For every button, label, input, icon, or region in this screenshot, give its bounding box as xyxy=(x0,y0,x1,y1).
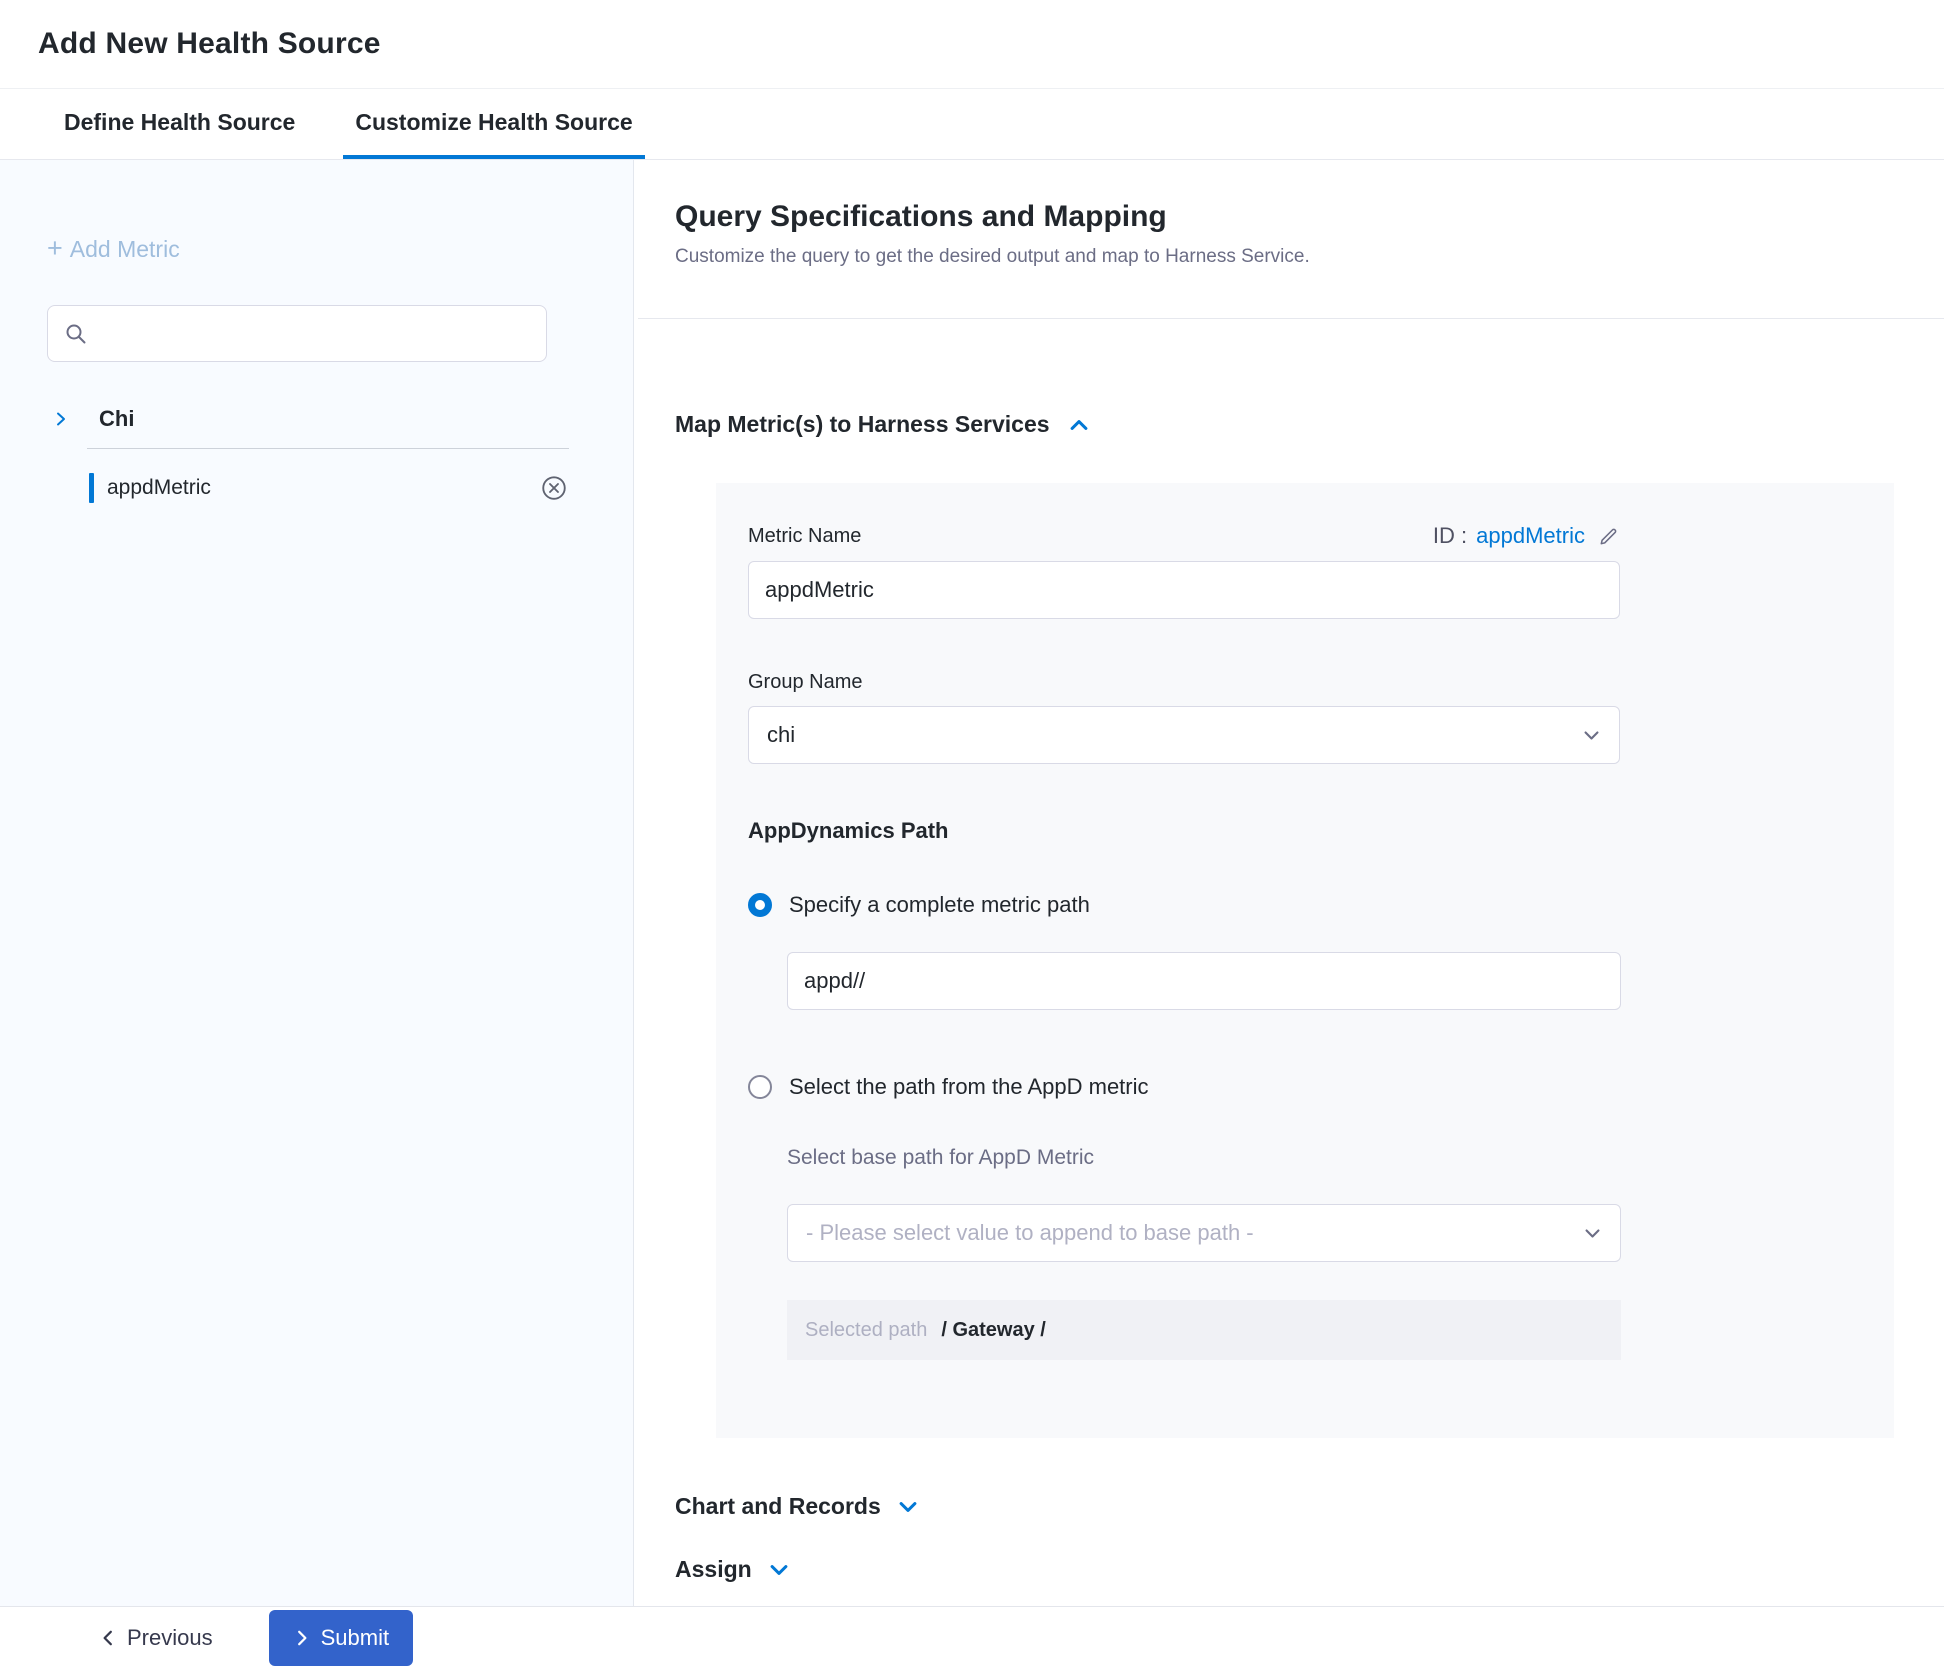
group-divider xyxy=(87,448,569,449)
submit-button-label: Submit xyxy=(321,1625,389,1651)
radio-complete-metric-path-label: Specify a complete metric path xyxy=(789,892,1090,918)
metric-name-input[interactable] xyxy=(748,561,1620,619)
chevron-down-icon[interactable] xyxy=(768,1559,790,1581)
group-name-select[interactable]: chi xyxy=(748,706,1620,764)
selected-path-bar: Selected path / Gateway / xyxy=(787,1300,1621,1360)
previous-button[interactable]: Previous xyxy=(99,1625,213,1651)
metric-group-label: Chi xyxy=(99,406,134,432)
section-heading: Query Specifications and Mapping xyxy=(675,200,1944,234)
add-metric-button[interactable]: + Add Metric xyxy=(47,236,180,263)
metric-group-row[interactable]: Chi xyxy=(47,406,567,432)
tab-customize-health-source[interactable]: Customize Health Source xyxy=(343,89,644,159)
remove-metric-icon[interactable] xyxy=(539,473,569,503)
map-metrics-section-toggle[interactable]: Map Metric(s) to Harness Services xyxy=(675,411,1090,438)
footer-bar: Previous Submit xyxy=(0,1606,1944,1668)
metric-id-value[interactable]: appdMetric xyxy=(1476,523,1585,549)
selected-path-label: Selected path xyxy=(805,1319,927,1342)
heading-divider xyxy=(638,318,1944,319)
chart-and-records-toggle[interactable]: Chart and Records xyxy=(675,1493,919,1520)
metric-name-label: Metric Name xyxy=(748,525,861,548)
tab-bar: Define Health Source Customize Health So… xyxy=(0,89,1944,160)
complete-metric-path-input[interactable] xyxy=(787,952,1621,1010)
title-bar: Add New Health Source xyxy=(0,0,1944,89)
appdynamics-path-heading: AppDynamics Path xyxy=(748,818,1894,844)
add-metric-label: Add Metric xyxy=(70,236,180,263)
assign-toggle[interactable]: Assign xyxy=(675,1556,790,1583)
group-name-value: chi xyxy=(767,722,795,748)
metric-id-label: ID : xyxy=(1433,523,1467,549)
chevron-down-icon[interactable] xyxy=(897,1496,919,1518)
selected-metric-indicator xyxy=(89,473,94,503)
previous-button-label: Previous xyxy=(127,1625,213,1651)
metric-id: ID : appdMetric xyxy=(1433,523,1620,549)
plus-icon: + xyxy=(47,235,63,262)
section-subtitle: Customize the query to get the desired o… xyxy=(675,246,1944,268)
submit-button[interactable]: Submit xyxy=(269,1610,413,1666)
assign-title: Assign xyxy=(675,1556,752,1583)
search-input[interactable] xyxy=(47,305,547,362)
metric-item-label: appdMetric xyxy=(107,476,211,500)
query-specifications-panel: Query Specifications and Mapping Customi… xyxy=(634,160,1944,1606)
base-path-label: Select base path for AppD Metric xyxy=(787,1146,1894,1170)
map-metrics-form: Metric Name ID : appdMetric Group Name xyxy=(716,483,1894,1438)
base-path-placeholder: - Please select value to append to base … xyxy=(806,1220,1254,1246)
edit-id-icon[interactable] xyxy=(1597,525,1620,548)
map-metrics-section-title: Map Metric(s) to Harness Services xyxy=(675,411,1050,438)
chart-and-records-title: Chart and Records xyxy=(675,1493,881,1520)
group-name-label: Group Name xyxy=(748,671,1894,694)
add-health-source-page: Add New Health Source Define Health Sour… xyxy=(0,0,1944,1668)
radio-select-appd-path[interactable]: Select the path from the AppD metric xyxy=(748,1074,1149,1100)
radio-select-appd-path-label: Select the path from the AppD metric xyxy=(789,1074,1149,1100)
tab-define-health-source[interactable]: Define Health Source xyxy=(52,89,307,159)
content-area: + Add Metric Chi xyxy=(0,160,1944,1606)
metrics-sidebar: + Add Metric Chi xyxy=(0,160,634,1606)
chevron-down-icon xyxy=(1583,1224,1602,1243)
metric-list-item[interactable]: appdMetric xyxy=(47,473,633,503)
metric-search xyxy=(47,305,547,362)
search-icon xyxy=(64,322,88,346)
metric-name-header: Metric Name ID : appdMetric xyxy=(748,523,1620,549)
base-path-select[interactable]: - Please select value to append to base … xyxy=(787,1204,1621,1262)
page-title: Add New Health Source xyxy=(38,27,381,61)
radio-complete-metric-path[interactable]: Specify a complete metric path xyxy=(748,892,1090,918)
chevron-down-icon xyxy=(1582,726,1601,745)
chevron-right-icon xyxy=(293,1629,311,1647)
chevron-left-icon xyxy=(99,1629,117,1647)
radio-selected-icon[interactable] xyxy=(748,893,772,917)
chevron-right-icon[interactable] xyxy=(53,411,69,427)
chevron-up-icon[interactable] xyxy=(1068,414,1090,436)
radio-unselected-icon[interactable] xyxy=(748,1075,772,1099)
selected-path-value: / Gateway / xyxy=(941,1319,1046,1342)
